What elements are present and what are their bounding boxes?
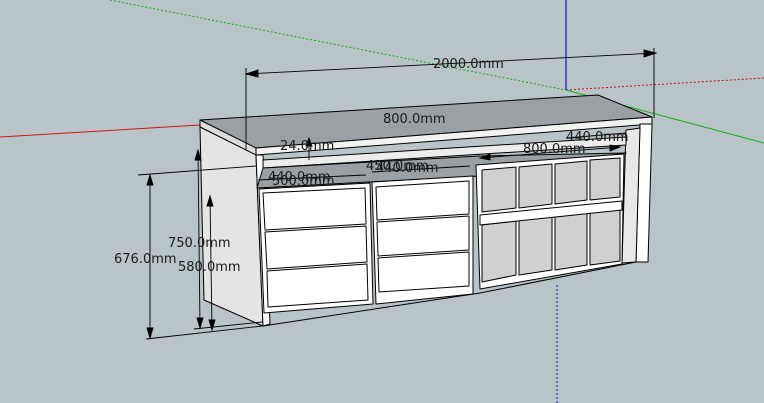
drawer-1-2[interactable] <box>264 225 368 270</box>
label-drawer-mid-b: 440.0mm <box>376 161 439 176</box>
dim-676-arrow-bottom <box>146 327 154 340</box>
dim-676-arrow-top <box>146 173 154 186</box>
dim-750-arrow-bottom <box>196 317 204 330</box>
label-top-thickness: 24.0mm <box>280 139 334 154</box>
green-axis-dotted <box>109 0 567 91</box>
dim-580-arrow-bottom <box>208 319 216 332</box>
sketchup-viewport[interactable]: 2000.0mm 800.0mm 24.0mm 440.0mm 500.0mm … <box>0 0 764 403</box>
label-height-676: 676.0mm <box>114 252 177 267</box>
label-shelf-depth: 440.0mm <box>566 130 629 145</box>
label-drawer-left-b: 500.0mm <box>272 174 335 189</box>
cubby-4 <box>589 157 621 201</box>
model-canvas[interactable]: 2000.0mm 800.0mm 24.0mm 440.0mm 500.0mm … <box>0 0 764 403</box>
cubby-1 <box>481 166 517 213</box>
left-side-panel <box>199 126 264 327</box>
dim-2000-arrow-left <box>244 69 259 78</box>
label-height-580: 580.0mm <box>178 260 241 275</box>
cubby-2 <box>518 163 553 209</box>
drawer-1-1[interactable] <box>262 187 367 231</box>
drawer-2-3[interactable] <box>377 251 470 293</box>
drawer-1-3[interactable] <box>266 263 369 308</box>
cubby-6 <box>518 215 553 276</box>
cubby-3 <box>554 160 588 205</box>
red-axis <box>0 124 201 138</box>
label-height-750: 750.0mm <box>168 236 231 251</box>
drawer-2-1[interactable] <box>375 180 470 221</box>
label-overall-width: 2000.0mm <box>433 57 504 72</box>
drawer-2-2[interactable] <box>376 215 470 257</box>
label-depth-top: 800.0mm <box>383 112 446 127</box>
cubby-5 <box>481 220 517 283</box>
red-axis-dotted <box>565 77 764 91</box>
cubby-8 <box>589 207 621 266</box>
cubby-7 <box>554 210 588 271</box>
dim-750-ext-bottom <box>193 321 263 330</box>
